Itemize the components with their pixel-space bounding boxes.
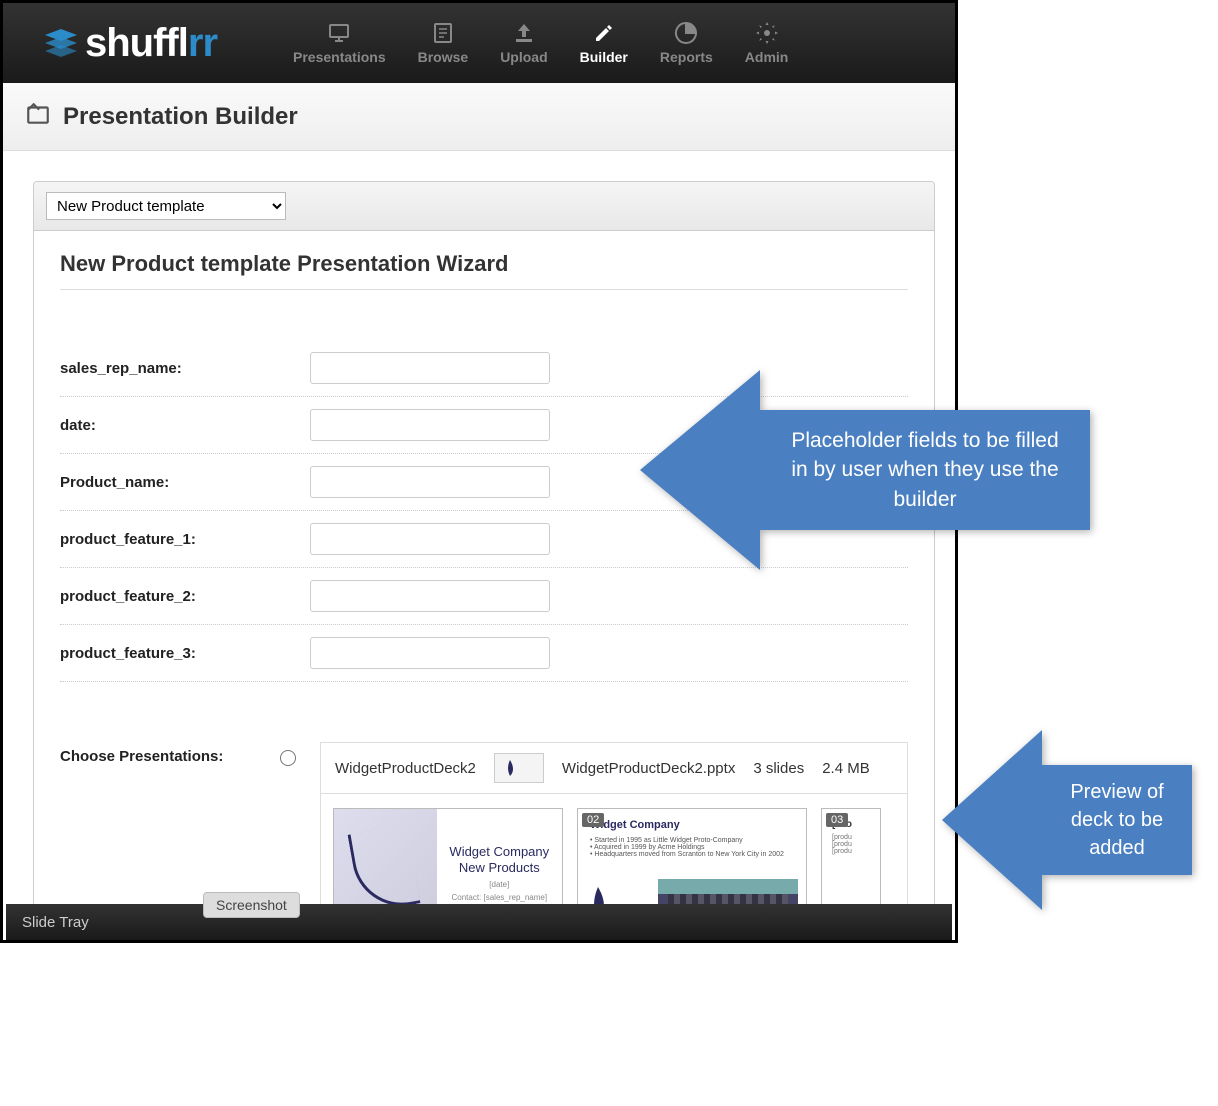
deck-header[interactable]: WidgetProductDeck2 WidgetProductDeck2.pp…: [320, 742, 908, 793]
slide2-bullets: Started in 1995 as Little Widget Proto-C…: [590, 837, 794, 858]
nav-builder[interactable]: Builder: [564, 21, 644, 65]
field-label: product_feature_2:: [60, 588, 310, 605]
presentation-icon: [327, 21, 351, 45]
template-select[interactable]: New Product template: [46, 192, 286, 220]
slide1-sub2: Contact: [sales_rep_name]: [451, 893, 547, 902]
annotation-preview: Preview of deck to be added: [942, 730, 1192, 910]
slide1-sub1: [date]: [489, 880, 509, 889]
field-row-feature-2: product_feature_2:: [60, 568, 908, 625]
nav-upload[interactable]: Upload: [484, 21, 563, 65]
logo[interactable]: shufflrr: [43, 21, 217, 66]
product-feature-1-input[interactable]: [310, 523, 550, 555]
field-label: product_feature_1:: [60, 531, 310, 548]
date-input[interactable]: [310, 409, 550, 441]
nav-label: Presentations: [293, 49, 386, 65]
deck-slide-count: 3 slides: [753, 760, 804, 777]
main-nav: Presentations Browse Upload Builder: [277, 21, 804, 65]
logo-icon: [43, 27, 79, 59]
annotation-text: Preview of deck to be added: [1042, 765, 1192, 875]
deck-radio-wrap: [280, 742, 320, 771]
deck-filename: WidgetProductDeck2.pptx: [562, 760, 735, 777]
upload-icon: [512, 21, 536, 45]
nav-browse[interactable]: Browse: [402, 21, 485, 65]
deck-mini-thumb: [494, 753, 544, 783]
product-feature-2-input[interactable]: [310, 580, 550, 612]
annotation-placeholder-fields: Placeholder fields to be filled in by us…: [640, 370, 1090, 570]
panel-topbar: New Product template: [34, 182, 934, 231]
admin-icon: [755, 21, 779, 45]
product-feature-3-input[interactable]: [310, 637, 550, 669]
deck-name: WidgetProductDeck2: [335, 760, 476, 777]
builder-icon: [592, 21, 616, 45]
page-title: Presentation Builder: [63, 103, 298, 131]
browse-icon: [431, 21, 455, 45]
nav-label: Admin: [745, 49, 789, 65]
product-name-input[interactable]: [310, 466, 550, 498]
nav-label: Upload: [500, 49, 547, 65]
annotation-text: Placeholder fields to be filled in by us…: [760, 410, 1090, 530]
reports-icon: [674, 21, 698, 45]
wizard-title: New Product template Presentation Wizard: [60, 251, 908, 290]
nav-admin[interactable]: Admin: [729, 21, 805, 65]
slide2-heading: Widget Company: [590, 819, 794, 831]
field-label: sales_rep_name:: [60, 360, 310, 377]
nav-label: Browse: [418, 49, 469, 65]
nav-reports[interactable]: Reports: [644, 21, 729, 65]
logo-text-part1: shuffl: [85, 21, 188, 66]
deck-size: 2.4 MB: [822, 760, 870, 777]
field-label: date:: [60, 417, 310, 434]
page-subheader: Presentation Builder: [3, 83, 955, 151]
nav-presentations[interactable]: Presentations: [277, 21, 402, 65]
logo-text-part2: rr: [188, 21, 217, 66]
nav-label: Builder: [580, 49, 628, 65]
slide-tray[interactable]: Slide Tray: [6, 904, 952, 940]
wizard-body: New Product template Presentation Wizard…: [34, 231, 934, 939]
screenshot-tooltip: Screenshot: [203, 892, 300, 918]
field-label: Product_name:: [60, 474, 310, 491]
top-navbar: shufflrr Presentations Browse Upload: [3, 3, 955, 83]
slide1-title: Widget Company New Products: [441, 844, 558, 875]
field-row-feature-3: product_feature_3:: [60, 625, 908, 682]
arrow-left-icon: [942, 730, 1042, 910]
deck-radio[interactable]: [280, 750, 296, 766]
arrow-left-icon: [640, 370, 760, 570]
slide-badge: 02: [582, 813, 604, 827]
presentation-builder-icon: [25, 101, 51, 132]
field-label: product_feature_3:: [60, 645, 310, 662]
sales-rep-name-input[interactable]: [310, 352, 550, 384]
choose-presentations-label: Choose Presentations:: [60, 742, 280, 765]
slide-tray-label: Slide Tray: [22, 914, 89, 931]
nav-label: Reports: [660, 49, 713, 65]
slide-badge: 03: [826, 813, 848, 827]
